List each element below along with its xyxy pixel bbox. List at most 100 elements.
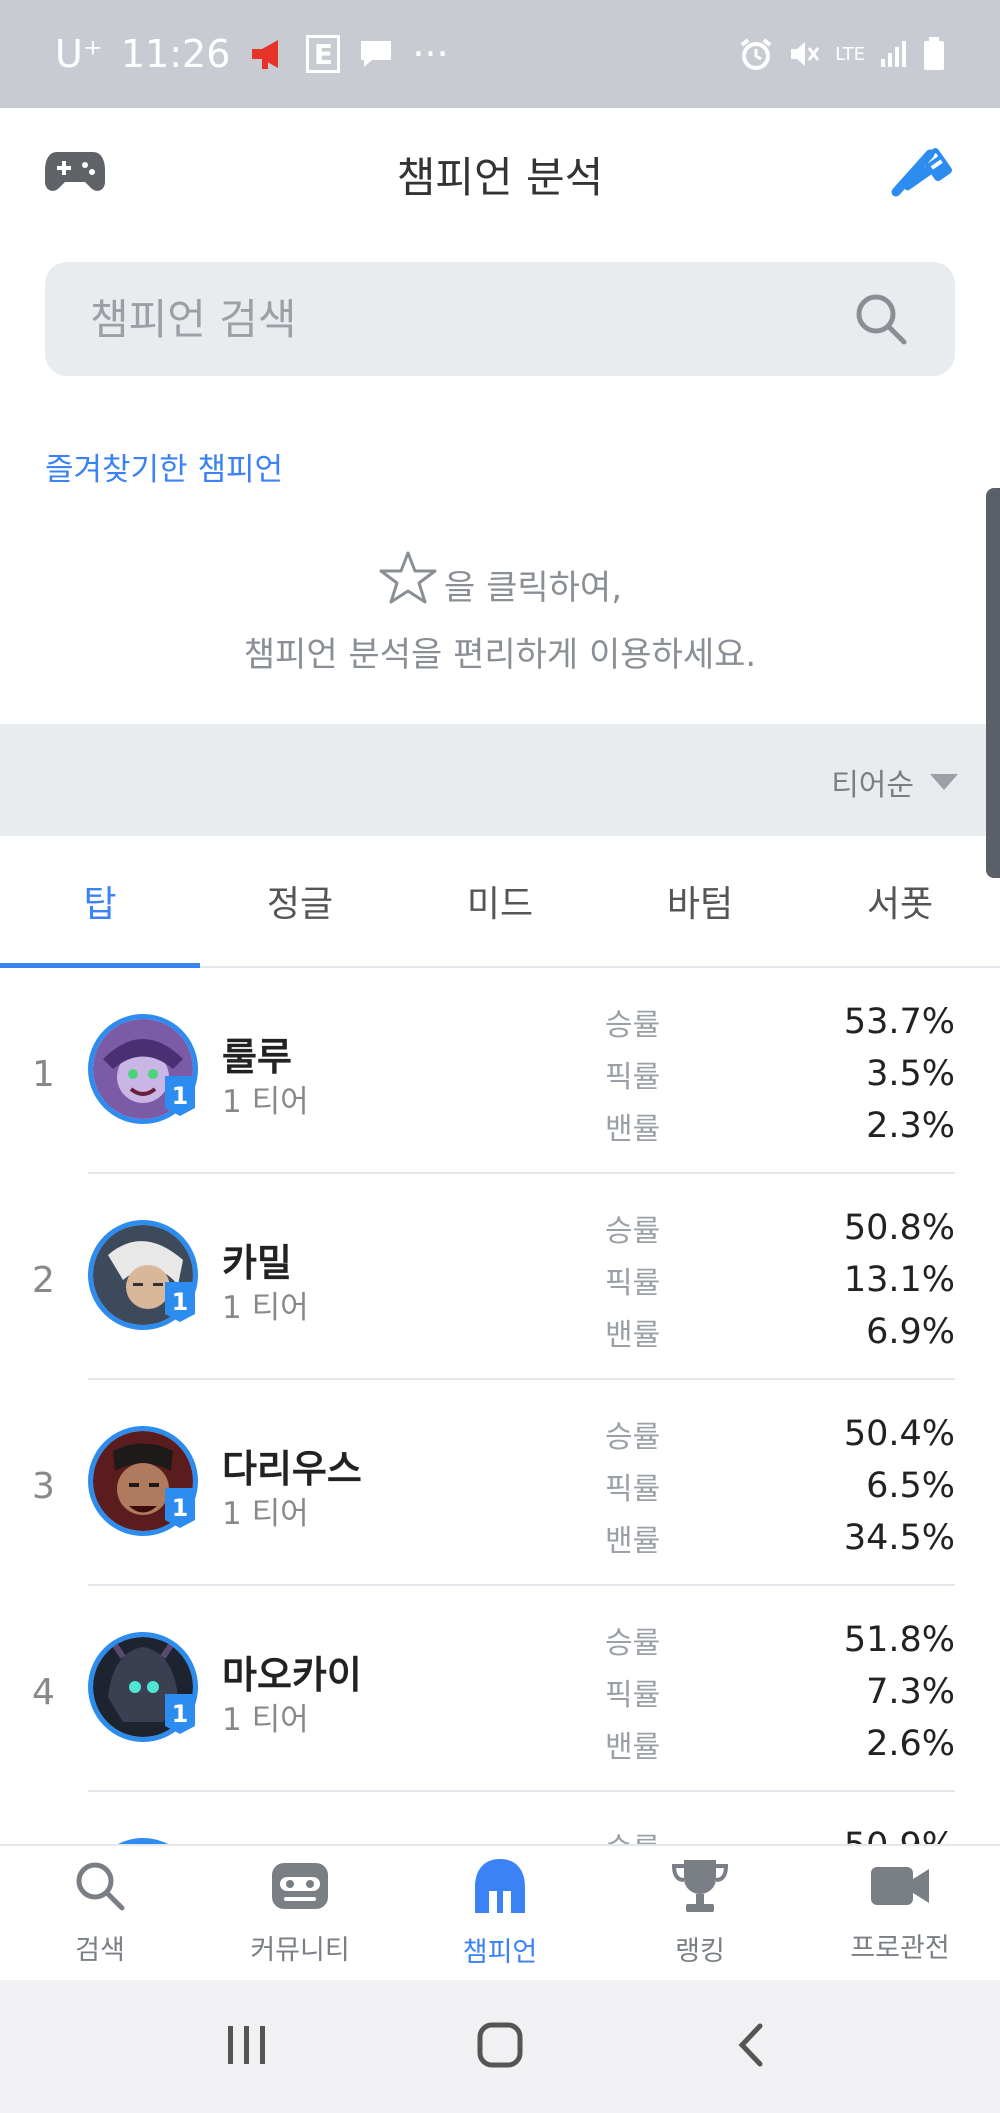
ban-rate-label: 밴률	[605, 1112, 661, 1147]
tab-support[interactable]: 서폿	[800, 836, 1000, 966]
champion-row[interactable]: 3 1 다리우스 1 티어 승률 50.4% 픽률 6.5% 밴률 34.5%	[0, 1380, 1000, 1586]
search-icon	[73, 1859, 127, 1920]
more-notifications: ···	[412, 32, 449, 76]
gamepad-icon[interactable]	[45, 148, 105, 198]
champion-stats: 승률 50.4% 픽률 6.5% 밴률 34.5%	[605, 1408, 955, 1564]
win-rate-value: 50.8%	[843, 1208, 955, 1248]
pick-rate-value: 6.5%	[866, 1466, 955, 1506]
tier-badge: 1	[165, 1694, 195, 1734]
back-icon[interactable]	[728, 2020, 778, 2074]
win-rate-label: 승률	[605, 1008, 661, 1043]
pick-rate-value: 7.3%	[866, 1672, 955, 1712]
pick-rate-value: 13.1%	[843, 1260, 955, 1300]
champion-name: 카밀	[222, 1241, 292, 1285]
ban-rate-label: 밴률	[605, 1730, 661, 1765]
favorites-hint-line2: 챔피언 분석을 편리하게 이용하세요.	[243, 635, 757, 675]
champion-row[interactable]: 4 1 마오카이 1 티어 승률 51.8% 픽률 7.3% 밴률 2.6%	[0, 1586, 1000, 1792]
ban-rate-label: 밴률	[605, 1318, 661, 1353]
carrier-label: U⁺	[55, 32, 103, 76]
favorites-empty-message: 을 클릭하여, 챔피언 분석을 편리하게 이용하세요.	[0, 550, 1000, 685]
champion-row[interactable]: 승률 50.9%	[0, 1792, 1000, 1844]
ban-rate-value: 2.3%	[866, 1106, 955, 1146]
tab-jungle[interactable]: 정글	[200, 836, 400, 966]
position-tabs: 탑 정글 미드 바텀 서폿	[0, 836, 1000, 968]
tab-bottom[interactable]: 바텀	[600, 836, 800, 966]
champion-rank: 1	[32, 1054, 55, 1095]
win-rate-label: 승률	[605, 1626, 661, 1661]
ban-rate-value: 6.9%	[866, 1312, 955, 1352]
champion-stats: 승률 51.8% 픽률 7.3% 밴률 2.6%	[605, 1614, 955, 1770]
champion-name: 다리우스	[222, 1447, 362, 1491]
tier-badge: 1	[165, 1488, 195, 1528]
win-rate-label: 승률	[605, 1420, 661, 1455]
champion-search-input[interactable]	[90, 294, 852, 344]
trophy-icon	[670, 1858, 730, 1921]
tab-top[interactable]: 탑	[0, 836, 200, 968]
ban-rate-label: 밴률	[605, 1524, 661, 1559]
community-icon	[270, 1859, 330, 1920]
battery-icon	[923, 37, 945, 71]
nav-champion[interactable]: 챔피언	[400, 1846, 600, 1980]
champion-row[interactable]: 2 1 카밀 1 티어 승률 50.8% 픽률 13.1% 밴률 6.9%	[0, 1174, 1000, 1380]
nav-pro-view[interactable]: 프로관전	[800, 1846, 1000, 1980]
champion-tier: 1 티어	[222, 1084, 309, 1120]
home-icon[interactable]	[475, 2020, 525, 2074]
champion-stats: 승률 50.9%	[605, 1820, 955, 1844]
video-camera-icon	[869, 1861, 931, 1918]
champion-row[interactable]: 1 1 룰루 1 티어 승률 53.7% 픽률 3.5% 밴률 2.3%	[0, 968, 1000, 1174]
nav-ranking-label: 랭킹	[675, 1936, 725, 1967]
status-time: 11:26	[120, 32, 231, 76]
nav-ranking[interactable]: 랭킹	[600, 1846, 800, 1980]
pick-rate-value: 3.5%	[866, 1054, 955, 1094]
tab-mid[interactable]: 미드	[400, 836, 600, 966]
scrollbar[interactable]	[986, 488, 1000, 878]
sort-dropdown[interactable]: 티어순	[831, 760, 958, 804]
champion-tier: 1 티어	[222, 1496, 309, 1532]
ban-rate-value: 34.5%	[843, 1518, 955, 1558]
champion-name: 룰루	[222, 1035, 292, 1079]
e-notification-icon: E	[306, 35, 341, 73]
pick-rate-label: 픽률	[605, 1060, 661, 1095]
nav-community[interactable]: 커뮤니티	[200, 1846, 400, 1980]
megaphone-icon	[248, 37, 288, 71]
signal-icon	[879, 39, 909, 69]
win-rate-value: 51.8%	[843, 1620, 955, 1660]
champion-stats: 승률 53.7% 픽률 3.5% 밴률 2.3%	[605, 996, 955, 1152]
nav-community-label: 커뮤니티	[250, 1935, 350, 1966]
win-rate-label: 승률	[605, 1214, 661, 1249]
favorites-title: 즐겨찾기한 챔피언	[45, 452, 284, 488]
app-header: 챔피언 분석	[0, 108, 1000, 240]
nav-pro-view-label: 프로관전	[850, 1933, 950, 1964]
pick-rate-label: 픽률	[605, 1266, 661, 1301]
sort-label: 티어순	[831, 768, 914, 803]
champion-name: 마오카이	[222, 1653, 362, 1697]
recent-apps-icon[interactable]	[222, 2020, 272, 2074]
alarm-icon	[739, 37, 773, 71]
champion-tier: 1 티어	[222, 1702, 309, 1738]
system-navigation	[0, 1980, 1000, 2113]
tier-badge: 1	[165, 1282, 195, 1322]
champion-stats: 승률 50.8% 픽률 13.1% 밴률 6.9%	[605, 1202, 955, 1358]
message-icon	[358, 38, 394, 70]
star-icon	[378, 550, 438, 625]
champion-tier: 1 티어	[222, 1290, 309, 1326]
champion-rank: 4	[32, 1672, 55, 1713]
win-rate-value: 53.7%	[843, 1002, 955, 1042]
page-title: 챔피언 분석	[396, 152, 604, 202]
nav-search[interactable]: 검색	[0, 1846, 200, 1980]
pick-rate-label: 픽률	[605, 1678, 661, 1713]
champion-rank: 2	[32, 1260, 55, 1301]
champion-list: 1 1 룰루 1 티어 승률 53.7% 픽률 3.5% 밴률 2.3% 2 1 카밀…	[0, 968, 1000, 1844]
nav-search-label: 검색	[75, 1935, 125, 1966]
helmet-icon	[473, 1857, 527, 1922]
tier-badge: 1	[165, 1076, 195, 1116]
tools-icon[interactable]	[890, 144, 960, 208]
champion-rank: 3	[32, 1466, 55, 1507]
champion-search-bar	[45, 262, 955, 376]
status-bar: U⁺ 11:26 E ··· LTE	[0, 0, 1000, 108]
network-type: LTE	[835, 43, 865, 65]
pick-rate-label: 픽률	[605, 1472, 661, 1507]
triangle-down-icon	[930, 774, 958, 790]
nav-champion-label: 챔피언	[462, 1937, 538, 1968]
search-icon[interactable]	[852, 290, 910, 348]
